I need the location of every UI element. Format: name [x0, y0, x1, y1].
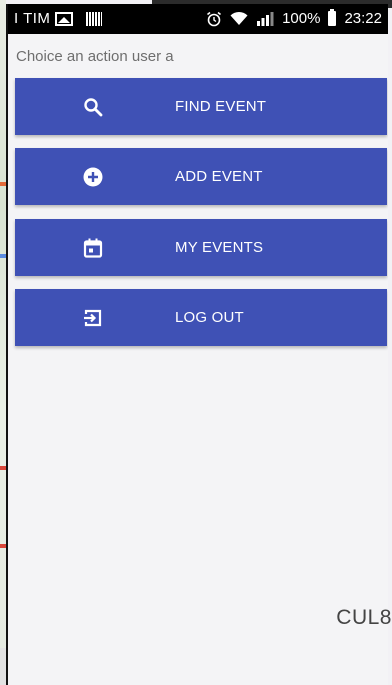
clock-time: 23:22 — [344, 10, 382, 27]
wifi-icon — [230, 11, 248, 26]
status-right: 100% 23:22 — [206, 9, 382, 27]
phone-screen: I TIM 100% 23:22 Choice an action user a… — [6, 4, 388, 685]
barcode-icon — [86, 11, 103, 26]
add-event-label: ADD EVENT — [175, 168, 263, 185]
calendar-icon — [78, 219, 108, 276]
find-event-label: FIND EVENT — [175, 98, 267, 115]
alarm-icon — [206, 11, 222, 27]
find-event-button[interactable]: FIND EVENT — [15, 78, 387, 135]
status-left: I TIM — [14, 10, 103, 27]
carrier-label: I TIM — [14, 10, 51, 27]
battery-icon — [328, 9, 337, 26]
logout-icon — [78, 289, 108, 346]
battery-percent: 100% — [282, 10, 321, 27]
add-event-button[interactable]: ADD EVENT — [15, 148, 387, 205]
my-events-button[interactable]: MY EVENTS — [15, 219, 387, 276]
page-title: Choice an action user a — [16, 48, 174, 65]
photo-icon — [55, 11, 74, 26]
status-bar: I TIM 100% 23:22 — [8, 4, 388, 34]
search-icon — [78, 78, 108, 135]
log-out-button[interactable]: LOG OUT — [15, 289, 387, 346]
log-out-label: LOG OUT — [175, 309, 244, 326]
signal-icon — [256, 11, 274, 26]
background-cut-text: CUL8 — [336, 606, 392, 629]
add-circle-icon — [78, 148, 108, 205]
my-events-label: MY EVENTS — [175, 239, 264, 256]
